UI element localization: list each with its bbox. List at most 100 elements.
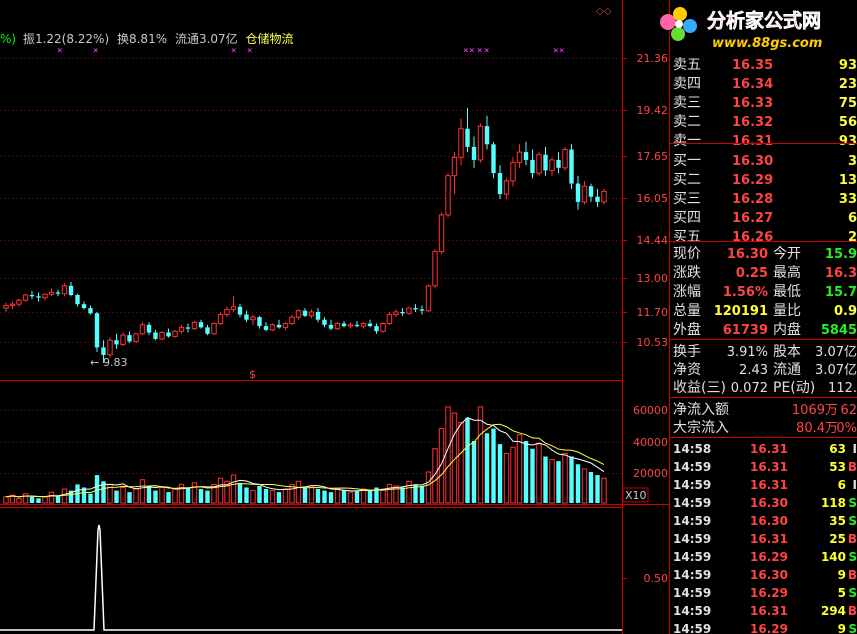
flower-petal-icon bbox=[673, 7, 687, 21]
orderbook-label: 卖五 bbox=[673, 57, 701, 73]
candle-body bbox=[295, 310, 302, 318]
tick-volume: 35 bbox=[829, 514, 846, 528]
signal-x-mark: × bbox=[477, 46, 482, 56]
candle-body bbox=[503, 180, 510, 195]
orderbook-volume: 56 bbox=[839, 115, 857, 130]
orderbook-label: 卖四 bbox=[673, 76, 701, 92]
tick-price: 16.31 bbox=[750, 442, 788, 456]
volume-bar bbox=[127, 492, 132, 503]
volume-bar bbox=[341, 490, 347, 503]
orderbook-volume: 3 bbox=[848, 154, 857, 169]
orderbook-price: 16.26 bbox=[732, 230, 773, 245]
tick-side-flag: I bbox=[853, 478, 857, 492]
tick-time: 14:58 bbox=[673, 442, 711, 456]
candle-body bbox=[588, 186, 594, 197]
candle-body bbox=[451, 156, 458, 177]
candle-body bbox=[367, 323, 373, 327]
volume-bar bbox=[556, 461, 561, 503]
low-price-arrow-icon: ← bbox=[90, 356, 99, 369]
volume-bar bbox=[491, 428, 496, 503]
candle-body bbox=[178, 326, 185, 332]
volume-bar bbox=[302, 487, 308, 503]
orderbook-price: 16.30 bbox=[732, 154, 773, 169]
volume-bar bbox=[308, 485, 315, 504]
candle-body bbox=[497, 173, 503, 195]
tick-volume: 118 bbox=[821, 496, 846, 510]
quote-value: 0.9 bbox=[834, 304, 857, 319]
signal-x-mark: × bbox=[484, 46, 489, 56]
tick-price: 16.29 bbox=[750, 622, 788, 634]
volume-bar bbox=[400, 487, 405, 503]
candle-body bbox=[575, 183, 581, 202]
tick-price: 16.29 bbox=[750, 586, 788, 600]
volume-axis-label: 60000 bbox=[633, 404, 668, 417]
candle-body bbox=[536, 154, 542, 174]
candle-body bbox=[465, 128, 470, 147]
price-axis-label: 21.36 bbox=[637, 52, 669, 65]
tick-volume: 5 bbox=[838, 586, 846, 600]
tick-time: 14:59 bbox=[673, 568, 711, 582]
flower-petal-icon bbox=[671, 27, 685, 41]
candle-body bbox=[491, 144, 496, 174]
price-axis-label: 11.70 bbox=[637, 306, 669, 319]
stat-label: 股本 bbox=[773, 344, 801, 360]
candle-body bbox=[269, 324, 276, 331]
volume-bar bbox=[48, 491, 55, 504]
tick-time: 14:59 bbox=[673, 604, 711, 618]
quote-label: 内盘 bbox=[773, 321, 801, 338]
candle-body bbox=[88, 308, 93, 314]
candle-body bbox=[22, 294, 29, 301]
quote-value: 120191 bbox=[714, 304, 768, 319]
candle-body bbox=[120, 334, 126, 345]
tick-side-flag: S bbox=[848, 586, 857, 600]
candle-body bbox=[360, 323, 367, 327]
volume-bar bbox=[386, 483, 393, 504]
orderbook-volume: 93 bbox=[839, 58, 857, 73]
candle-body bbox=[523, 152, 529, 160]
volume-bar bbox=[159, 487, 165, 504]
volume-bar bbox=[354, 490, 360, 503]
signal-x-mark: × bbox=[231, 46, 236, 56]
tick-side-flag: B bbox=[848, 532, 857, 546]
quote-value: 1.56% bbox=[723, 285, 768, 300]
tick-price: 16.31 bbox=[750, 532, 788, 546]
flower-petal-icon bbox=[683, 19, 697, 33]
orderbook-price: 16.29 bbox=[732, 173, 773, 188]
fundflow-extra: 62 bbox=[840, 403, 857, 418]
candle-body bbox=[107, 339, 113, 356]
candle-body bbox=[595, 196, 600, 202]
volume-bar bbox=[61, 488, 68, 504]
volume-bar bbox=[595, 475, 600, 503]
volume-bar bbox=[205, 490, 210, 503]
candle-body bbox=[334, 323, 341, 330]
volume-axis-label: 40000 bbox=[633, 436, 668, 449]
site-logo: 分析家公式网 www.88gs.com ◇◇ bbox=[596, 6, 822, 51]
tick-time: 14:59 bbox=[673, 478, 711, 492]
candle-body bbox=[191, 321, 198, 330]
volume-bar bbox=[178, 483, 185, 504]
volume-bar bbox=[295, 480, 302, 504]
signal-x-mark: × bbox=[93, 46, 98, 56]
stat-value: 3.07亿 bbox=[815, 363, 857, 378]
window-restore-icon[interactable]: ◇◇ bbox=[596, 6, 612, 17]
volume-bar bbox=[88, 493, 93, 503]
candle-body bbox=[9, 303, 16, 306]
candle-body bbox=[438, 214, 445, 253]
volume-bar bbox=[458, 421, 464, 504]
volume-unit-badge: X10 bbox=[625, 489, 647, 502]
candle-body bbox=[139, 324, 146, 335]
candle-body bbox=[425, 285, 432, 312]
tick-time: 14:59 bbox=[673, 496, 711, 510]
candle-body bbox=[413, 308, 418, 310]
quote-value: 15.9 bbox=[825, 247, 857, 262]
volume-bar bbox=[497, 444, 503, 503]
volume-bar bbox=[237, 482, 243, 503]
price-axis-label: 13.00 bbox=[637, 272, 669, 285]
fundflow-value: 1069万 bbox=[792, 403, 838, 418]
volume-bar bbox=[367, 490, 373, 503]
tick-time: 14:59 bbox=[673, 460, 711, 474]
candle-body bbox=[386, 314, 393, 325]
candle-body bbox=[510, 162, 516, 182]
volume-bar bbox=[601, 477, 607, 504]
indicator-axis-label: 0.50 bbox=[644, 572, 669, 585]
